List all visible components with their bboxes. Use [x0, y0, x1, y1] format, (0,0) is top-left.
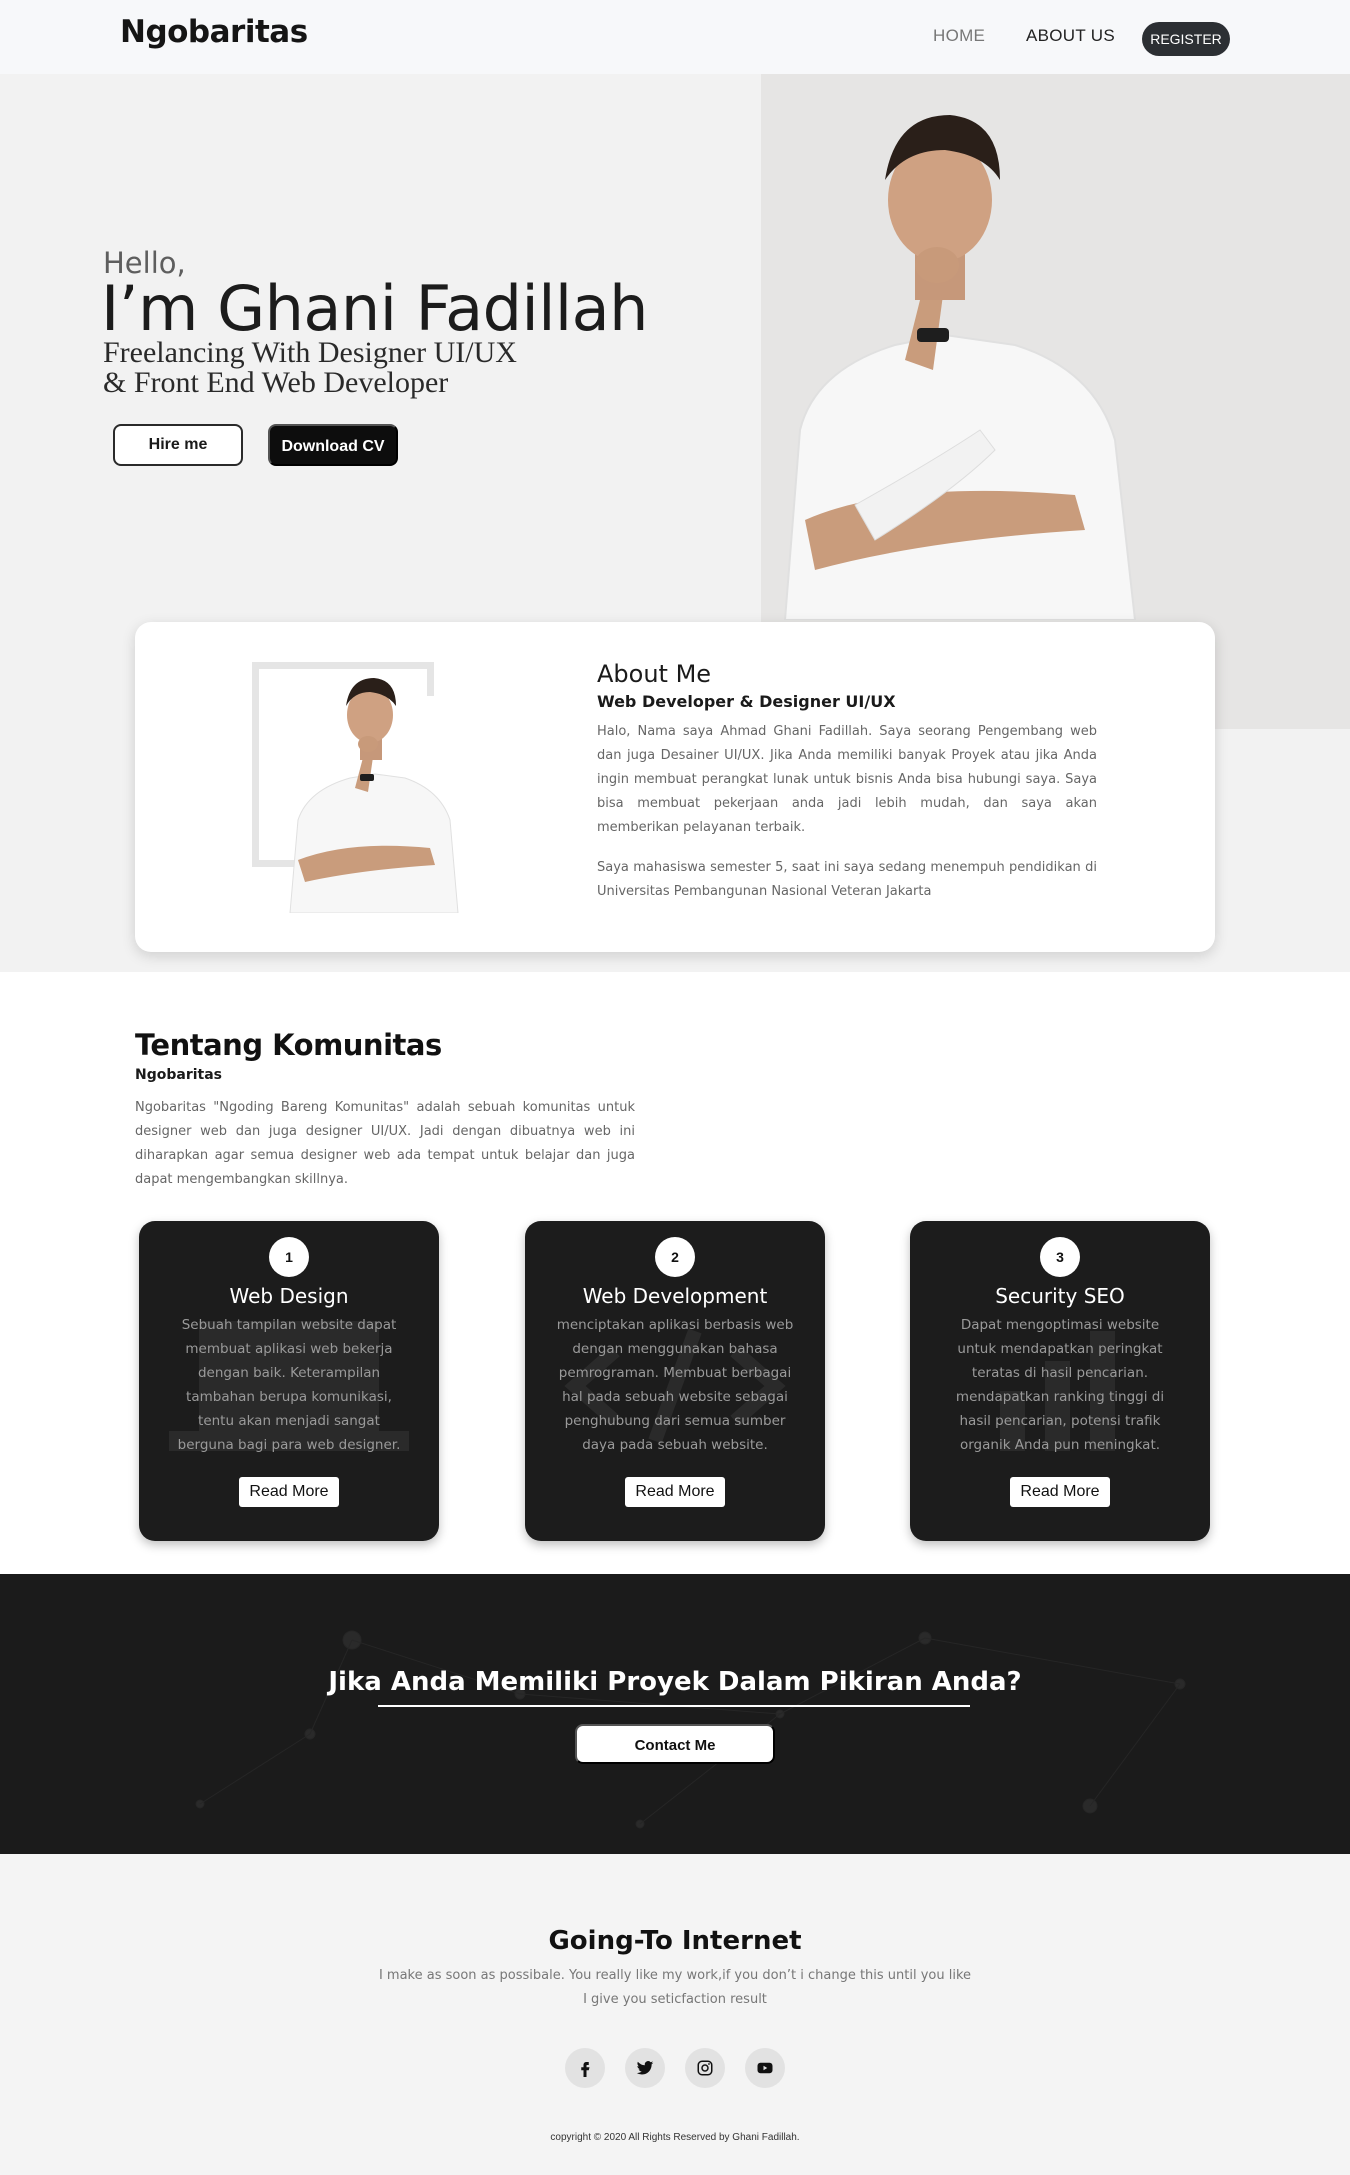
service-title: Security SEO — [995, 1284, 1125, 1308]
youtube-icon — [757, 2062, 773, 2074]
komunitas-subtitle: Ngobaritas — [135, 1067, 223, 1083]
hero-name: I’m Ghani Fadillah — [101, 272, 648, 345]
instagram-icon — [697, 2060, 713, 2076]
cta-underline — [378, 1705, 970, 1707]
service-text: Sebuah tampilan website dapat membuat ap… — [177, 1317, 401, 1453]
about-portrait-image — [289, 678, 459, 913]
nav-link-home[interactable]: HOME — [933, 26, 985, 46]
download-cv-button[interactable]: Download CV — [268, 424, 398, 466]
about-paragraph-2: Saya mahasiswa semester 5, saat ini saya… — [597, 860, 1097, 899]
service-title: Web Development — [582, 1284, 768, 1308]
service-card-web-development: 2 Web Development menciptakan aplikasi b… — [525, 1221, 825, 1541]
read-more-button[interactable]: Read More — [625, 1477, 725, 1507]
youtube-button[interactable] — [745, 2048, 785, 2088]
contact-me-button[interactable]: Contact Me — [575, 1724, 775, 1764]
hero-tagline-1: Freelancing With Designer UI/UX — [103, 336, 517, 369]
footer-title: Going-To Internet — [548, 1926, 802, 1956]
read-more-button[interactable]: Read More — [239, 1477, 339, 1507]
hero-portrait-image — [783, 115, 1137, 620]
twitter-icon — [636, 2061, 654, 2075]
komunitas-description: Ngobaritas "Ngoding Bareng Komunitas" ad… — [135, 1100, 635, 1187]
about-title: About Me — [597, 660, 712, 688]
hero-tagline-2: & Front End Web Developer — [103, 366, 449, 399]
service-number: 1 — [269, 1237, 309, 1277]
service-title: Web Design — [229, 1284, 349, 1308]
nav-link-about[interactable]: ABOUT US — [1026, 26, 1115, 46]
service-text: Dapat mengoptimasi website untuk mendapa… — [955, 1317, 1165, 1453]
facebook-button[interactable] — [565, 2048, 605, 2088]
about-subtitle: Web Developer & Designer UI/UX — [597, 692, 896, 711]
brand-logo[interactable]: Ngobaritas — [120, 14, 308, 50]
service-card-security-seo: 3 Security SEO Dapat mengoptimasi websit… — [910, 1221, 1210, 1541]
hire-me-button[interactable]: Hire me — [113, 424, 243, 466]
komunitas-title: Tentang Komunitas — [135, 1028, 442, 1062]
cta-title: Jika Anda Memiliki Proyek Dalam Pikiran … — [328, 1667, 1022, 1697]
footer-section — [0, 1854, 1350, 2175]
top-navbar: Ngobaritas HOME ABOUT US REGISTER — [0, 0, 1350, 74]
network-background-pattern — [195, 1630, 1186, 1829]
service-number: 3 — [1040, 1237, 1080, 1277]
facebook-icon — [581, 2062, 590, 2077]
service-card-web-design: 1 Web Design Sebuah tampilan website dap… — [139, 1221, 439, 1541]
copyright-text: copyright © 2020 All Rights Reserved by … — [550, 2132, 800, 2143]
service-text: menciptakan aplikasi berbasis web dengan… — [556, 1317, 794, 1453]
footer-description: I make as soon as possibale. You really … — [378, 1968, 972, 2007]
about-photo-frame-top — [252, 662, 434, 669]
read-more-button[interactable]: Read More — [1010, 1477, 1110, 1507]
cta-section — [0, 1574, 1350, 1854]
twitter-button[interactable] — [625, 2048, 665, 2088]
about-paragraph-1: Halo, Nama saya Ahmad Ghani Fadillah. Sa… — [597, 724, 1097, 835]
register-button[interactable]: REGISTER — [1142, 22, 1230, 56]
service-number: 2 — [655, 1237, 695, 1277]
instagram-button[interactable] — [685, 2048, 725, 2088]
